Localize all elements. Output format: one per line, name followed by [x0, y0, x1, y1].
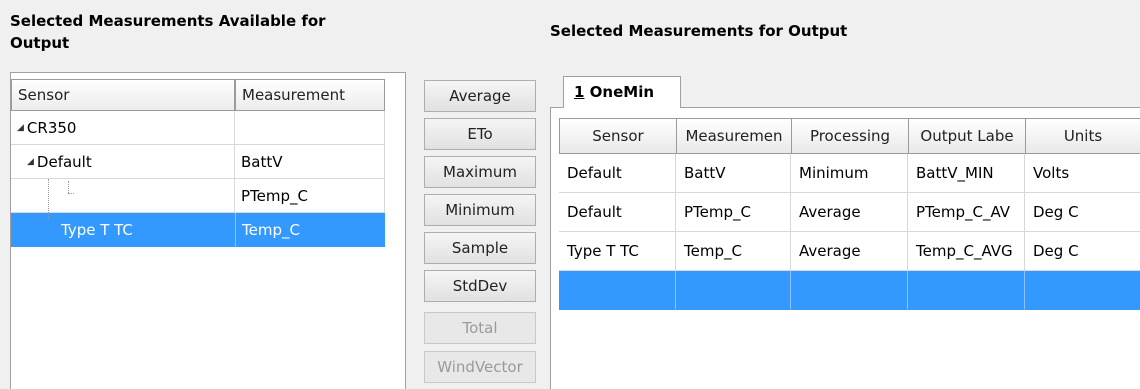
available-measurements-heading: Selected Measurements Available for Outp…	[10, 12, 326, 52]
output-measurements-heading: Selected Measurements for Output	[550, 22, 848, 40]
cell-sensor[interactable]: Default	[559, 193, 676, 232]
tab-label: OneMin	[584, 83, 655, 101]
cell-processing[interactable]: Average	[791, 232, 908, 271]
cell-processing[interactable]: Minimum	[791, 154, 908, 193]
column-header-units[interactable]: Units	[1025, 118, 1140, 154]
output-table-tab-strip: 1 OneMin	[550, 76, 1140, 109]
eto-button[interactable]: ETo	[424, 118, 536, 150]
cell-measurement[interactable]: PTemp_C	[676, 193, 791, 232]
tree-row-type-t-tc[interactable]: Type T TC	[11, 213, 235, 247]
cell-units[interactable]: Deg C	[1025, 232, 1140, 271]
tree-connector-line	[68, 193, 74, 194]
sample-button[interactable]: Sample	[424, 232, 536, 264]
expand-triangle-icon[interactable]: ◢	[17, 111, 24, 144]
cell-processing[interactable]: Average	[791, 193, 908, 232]
tree-connector-line	[68, 181, 69, 193]
cell-sensor[interactable]: Default	[559, 154, 676, 193]
tree-row-measurement[interactable]: Temp_C	[235, 213, 385, 247]
total-button[interactable]: Total	[424, 312, 536, 344]
column-header-measurement[interactable]: Measuremen	[676, 118, 792, 154]
tree-row-cr350[interactable]: ◢ CR350	[11, 111, 235, 145]
column-header-sensor[interactable]: Sensor	[559, 118, 677, 154]
tree-connector-line	[48, 179, 49, 219]
cell-sensor[interactable]	[559, 271, 676, 310]
cell-processing[interactable]	[791, 271, 908, 310]
cell-sensor[interactable]: Type T TC	[559, 232, 676, 271]
tree-row-sensor-label: Default	[36, 153, 92, 171]
cell-output-label[interactable]: BattV_MIN	[908, 154, 1025, 193]
tree-row-sensor-label: CR350	[26, 119, 77, 137]
stddev-button[interactable]: StdDev	[424, 270, 536, 302]
tab-accelerator: 1	[574, 83, 585, 101]
tree-row-measurement[interactable]	[235, 111, 385, 145]
available-measurements-tree[interactable]: Sensor Measurement ◢ CR350 ◢ Default BattV…	[10, 72, 406, 389]
cell-units[interactable]: Volts	[1025, 154, 1140, 193]
column-header-measurement[interactable]: Measurement	[235, 79, 385, 111]
cell-output-label[interactable]	[908, 271, 1025, 310]
expand-triangle-icon[interactable]: ◢	[27, 145, 34, 178]
windvector-button[interactable]: WindVector	[424, 351, 536, 383]
column-header-output-label[interactable]: Output Labe	[908, 118, 1026, 154]
average-button[interactable]: Average	[424, 80, 536, 112]
cell-measurement[interactable]: BattV	[676, 154, 791, 193]
cell-output-label[interactable]: PTemp_C_AV	[908, 193, 1025, 232]
maximum-button[interactable]: Maximum	[424, 156, 536, 188]
column-header-processing[interactable]: Processing	[791, 118, 909, 154]
tree-row-default[interactable]: ◢ Default	[11, 145, 235, 179]
tree-row-measurement[interactable]: BattV	[235, 145, 385, 179]
tree-row-ptemp[interactable]	[11, 179, 235, 213]
minimum-button[interactable]: Minimum	[424, 194, 536, 226]
output-table-panel: Sensor Measuremen Processing Output Labe…	[550, 108, 1140, 389]
tab-onemin[interactable]: 1 OneMin	[563, 76, 681, 109]
cell-measurement[interactable]: Temp_C	[676, 232, 791, 271]
tree-row-measurement[interactable]: PTemp_C	[235, 179, 385, 213]
column-header-sensor[interactable]: Sensor	[11, 79, 235, 111]
cell-units[interactable]: Deg C	[1025, 193, 1140, 232]
cell-output-label[interactable]: Temp_C_AVG	[908, 232, 1025, 271]
cell-measurement[interactable]	[676, 271, 791, 310]
cell-units[interactable]	[1025, 271, 1140, 310]
